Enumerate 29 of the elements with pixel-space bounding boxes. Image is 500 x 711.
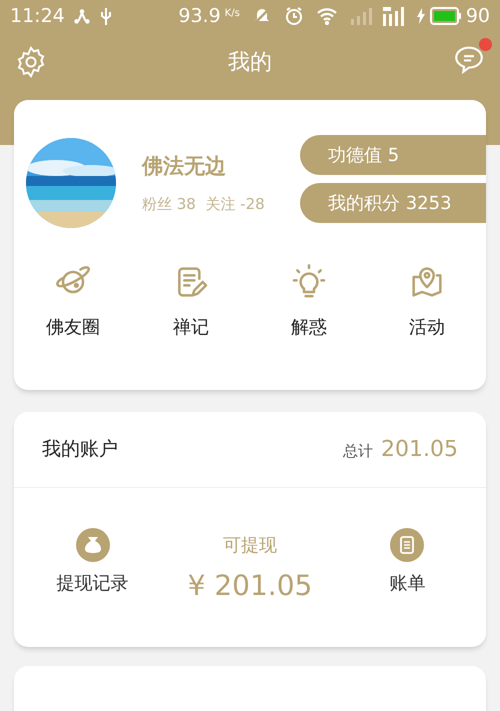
shortcut-button[interactable]: 解惑: [250, 262, 368, 341]
available-label: 可提现: [222, 534, 277, 558]
battery-icon: [430, 7, 462, 25]
network-speed: 93.9: [178, 4, 221, 29]
points-badge: 我的积分 3253: [300, 183, 486, 223]
share-icon: [72, 7, 91, 25]
clipboard-icon: [390, 528, 424, 562]
signal-icon: [350, 7, 374, 25]
speed-unit: K/s: [224, 7, 240, 21]
merit-badge: 功德值 5: [300, 135, 486, 175]
shortcut-button[interactable]: 佛友圈: [14, 262, 132, 341]
alarm-icon: [284, 6, 304, 26]
bill-button[interactable]: 账单: [328, 528, 486, 607]
account-title: 我的账户: [42, 437, 118, 462]
wifi-icon: [316, 7, 338, 25]
total-amount: 201.05: [381, 436, 458, 464]
shortcut-button[interactable]: 禅记: [132, 262, 250, 341]
user-name: 佛法无边: [142, 153, 227, 180]
status-time: 11:24: [10, 4, 65, 29]
money-bag-icon: [76, 528, 110, 562]
total-label: 总计: [343, 441, 374, 462]
charging-icon: [416, 8, 426, 24]
shortcut-button[interactable]: 活动: [368, 262, 486, 341]
available-amount: ¥ 201.05: [188, 568, 312, 604]
follow-stats: 粉丝 38 关注 -28: [142, 194, 266, 214]
usb-icon: [98, 6, 113, 26]
battery-level: 90: [466, 4, 490, 29]
withdraw-records-button[interactable]: 提现记录: [14, 528, 172, 607]
page-title: 我的: [228, 48, 272, 76]
